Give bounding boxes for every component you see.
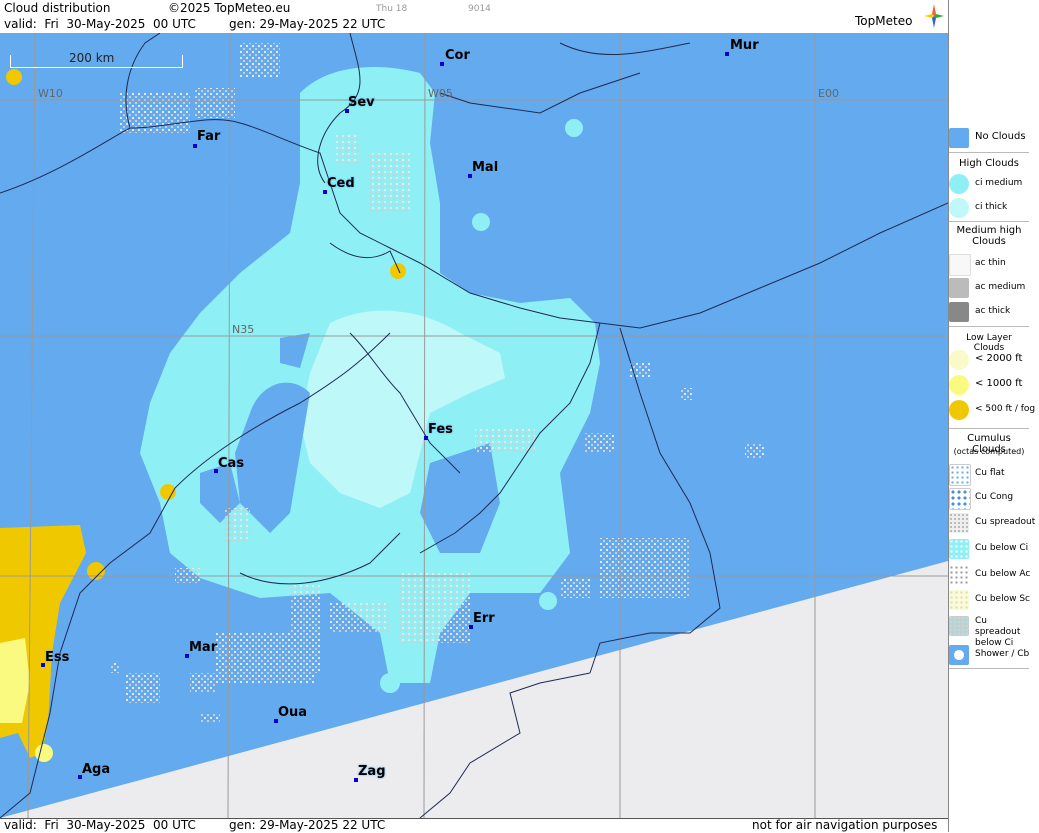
legend-cu-cong: Cu Cong	[949, 486, 1029, 510]
run-code: 9014	[468, 4, 491, 14]
city-label-fes[interactable]: Fes	[428, 422, 453, 437]
legend-cu-spreadout: Cu spreadout	[949, 511, 1035, 533]
valid-time: valid: Fri 30-May-2025 00 UTC	[4, 17, 196, 31]
legend-low-1000: < 1000 ft	[949, 373, 1029, 395]
swatch-ci-medium	[949, 174, 969, 194]
legend-label: < 500 ft / fog	[975, 404, 1036, 414]
city-label-ced[interactable]: Ced	[327, 176, 355, 191]
city-marker	[193, 144, 197, 148]
swatch-cu-below-sc	[949, 590, 969, 610]
city-label-mal[interactable]: Mal	[472, 160, 498, 175]
legend-label: ci thick	[975, 202, 1008, 212]
footer-bar: valid: Fri 30-May-2025 00 UTC gen: 29-Ma…	[0, 818, 948, 833]
coord-label-w10: W10	[38, 87, 63, 100]
swatch-no-clouds	[949, 128, 969, 148]
legend-cu-below-ci: Cu below Ci	[949, 537, 1029, 559]
footer-valid: valid: Fri 30-May-2025 00 UTC	[4, 818, 196, 832]
city-label-far[interactable]: Far	[197, 129, 220, 144]
compass-star-icon	[924, 4, 944, 28]
swatch-ci-thick	[949, 198, 969, 218]
city-label-cas[interactable]: Cas	[218, 456, 244, 471]
legend-cu-spreadout-below-ci: Cu spreadout below Ci	[949, 614, 1029, 648]
city-label-sev[interactable]: Sev	[348, 95, 375, 110]
swatch-ac-medium	[949, 278, 969, 298]
day-label: Thu 18	[376, 4, 408, 14]
legend-label: < 1000 ft	[975, 378, 1023, 389]
swatch-cu-below-ci	[949, 539, 969, 559]
legend-ac-medium: ac medium	[949, 276, 1029, 298]
legend-ci-medium: ci medium	[949, 172, 1029, 194]
legend-panel: No Clouds High Clouds ci medium ci thick…	[948, 0, 1039, 832]
map-title: Cloud distribution	[4, 1, 111, 15]
legend-divider	[949, 326, 1029, 327]
legend-label: Cu Cong	[975, 492, 1014, 502]
legend-cu-below-sc: Cu below Sc	[949, 588, 1030, 610]
footer-disclaimer: not for air navigation purposes	[752, 818, 938, 832]
legend-ci-thick: ci thick	[949, 196, 1029, 218]
city-label-mur[interactable]: Mur	[730, 38, 759, 53]
legend-divider	[949, 221, 1029, 222]
legend-cu-flat: Cu flat	[949, 462, 1029, 486]
coord-label-w05: W05	[428, 87, 453, 100]
legend-subheading-octas: (octas computed)	[953, 447, 1025, 456]
legend-low-2000: < 2000 ft	[949, 348, 1029, 370]
city-label-cor[interactable]: Cor	[445, 48, 470, 63]
footer-generated: gen: 29-May-2025 22 UTC	[229, 818, 386, 832]
swatch-ac-thick	[949, 302, 969, 322]
legend-label: ci medium	[975, 178, 1023, 188]
city-label-mar[interactable]: Mar	[189, 640, 217, 655]
city-label-err[interactable]: Err	[473, 611, 495, 626]
swatch-low-2000	[949, 350, 969, 370]
city-label-aga[interactable]: Aga	[82, 762, 110, 777]
generated-time: gen: 29-May-2025 22 UTC	[229, 17, 386, 31]
legend-label: Cu flat	[975, 468, 1005, 478]
swatch-shower-cb	[949, 645, 969, 665]
legend-label: No Clouds	[975, 131, 1026, 142]
legend-label: Cu below Ac	[975, 569, 1031, 579]
copyright: ©2025 TopMeteo.eu	[168, 1, 291, 15]
scale-label: 200 km	[69, 51, 115, 65]
legend-heading-medium: Medium high Clouds	[956, 225, 1022, 247]
legend-low-500: < 500 ft / fog	[949, 398, 1035, 420]
legend-label: ac thin	[975, 258, 1006, 268]
coord-label-n35: N35	[232, 323, 255, 336]
city-label-zag[interactable]: Zag	[358, 764, 386, 779]
cloud-map[interactable]: 200 km W10 W05 E00 N35 Cor Mur Sev Far M…	[0, 33, 948, 818]
swatch-cu-cong	[949, 488, 971, 510]
swatch-cu-below-ac	[949, 565, 969, 585]
city-label-oua[interactable]: Oua	[278, 705, 307, 720]
header-bar: Cloud distribution ©2025 TopMeteo.eu Thu…	[0, 0, 948, 34]
legend-shower-cb: Shower / Cb	[949, 643, 1029, 665]
city-marker	[725, 52, 729, 56]
city-marker	[440, 62, 444, 66]
swatch-low-1000	[949, 375, 969, 395]
city-label-ess[interactable]: Ess	[45, 650, 69, 665]
legend-label: Cu below Sc	[975, 594, 1030, 604]
legend-divider	[949, 668, 1029, 669]
legend-divider	[949, 152, 1029, 153]
legend-ac-thin: ac thin	[949, 252, 1029, 276]
scale-bar: 200 km	[10, 51, 183, 68]
legend-heading-high: High Clouds	[959, 158, 1019, 169]
swatch-cu-spreadout	[949, 513, 969, 533]
legend-label: Cu spreadout	[975, 517, 1036, 527]
legend-label: ac thick	[975, 306, 1011, 316]
swatch-low-500	[949, 400, 969, 420]
legend-label: Cu below Ci	[975, 543, 1029, 553]
legend-no-clouds: No Clouds	[949, 126, 1029, 148]
legend-cu-below-ac: Cu below Ac	[949, 563, 1031, 585]
swatch-cu-spreadout-below-ci	[949, 616, 969, 636]
legend-label: ac medium	[975, 282, 1026, 292]
map-canvas	[0, 33, 948, 818]
legend-label: Shower / Cb	[975, 649, 1030, 659]
swatch-ac-thin	[949, 254, 971, 276]
legend-ac-thick: ac thick	[949, 300, 1029, 322]
legend-divider	[949, 428, 1029, 429]
coord-label-e00: E00	[818, 87, 839, 100]
topmeteo-logo[interactable]: TopMeteo	[855, 14, 912, 28]
legend-label: < 2000 ft	[975, 353, 1023, 364]
swatch-cu-flat	[949, 464, 971, 486]
